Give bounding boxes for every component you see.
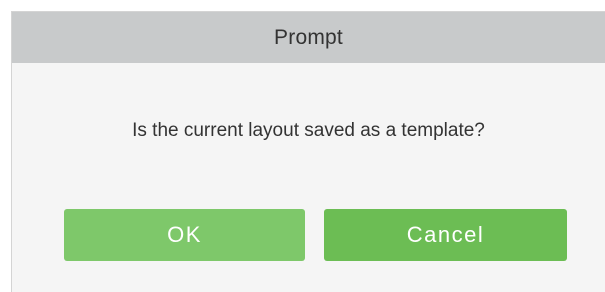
dialog-title: Prompt [274,25,343,49]
prompt-dialog: Prompt Is the current layout saved as a … [11,11,605,292]
dialog-message: Is the current layout saved as a templat… [132,120,485,141]
cancel-button[interactable]: Cancel [324,209,567,261]
cancel-button-label: Cancel [406,222,485,247]
screen: Prompt Is the current layout saved as a … [0,0,605,292]
dialog-titlebar: Prompt [12,12,605,63]
ok-button[interactable]: OK [64,209,305,261]
ok-button-label: OK [167,222,202,247]
